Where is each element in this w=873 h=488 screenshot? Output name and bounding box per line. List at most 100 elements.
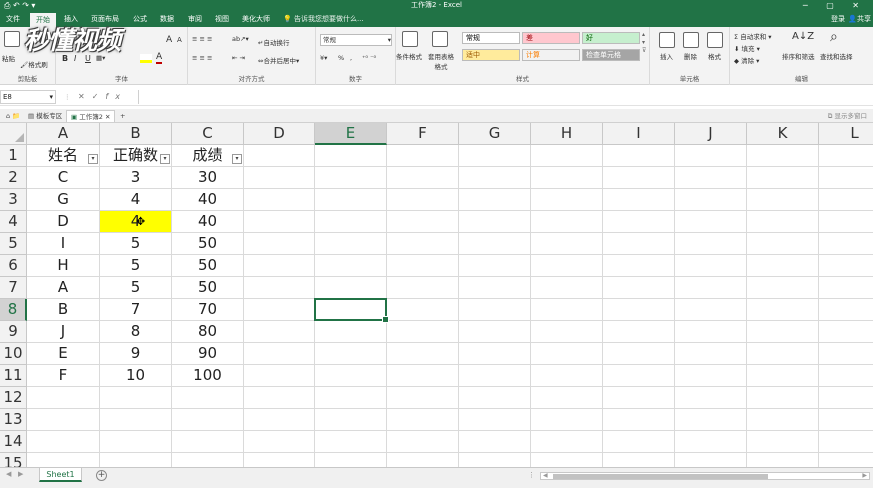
format-table-button[interactable]: 套用表格格式 [428,51,454,71]
cell-K7[interactable] [747,277,819,299]
row-header-14[interactable]: 14 [0,431,27,453]
cell-L10[interactable] [819,343,873,365]
font-size-down-button[interactable]: A [177,36,182,44]
row-header-5[interactable]: 5 [0,233,27,255]
cell-K10[interactable] [747,343,819,365]
cell-J13[interactable] [675,409,747,431]
share-button[interactable]: 👤共享 [848,11,871,27]
cell-H11[interactable] [531,365,603,387]
cell-E6[interactable] [315,255,387,277]
row-header-12[interactable]: 12 [0,387,27,409]
cell-H1[interactable] [531,145,603,167]
cell-H15[interactable] [531,453,603,467]
workbook-tab-current[interactable]: ▣ 工作簿2 ✕ [66,110,116,122]
cell-A10[interactable]: E [27,343,100,365]
row-header-7[interactable]: 7 [0,277,27,299]
cell-C4[interactable]: 40 [172,211,244,233]
find-select-icon[interactable]: ⌕ [830,29,838,45]
cell-J14[interactable] [675,431,747,453]
cell-C2[interactable]: 30 [172,167,244,189]
cell-K8[interactable] [747,299,819,321]
cell-C14[interactable] [172,431,244,453]
fill-button[interactable]: ⬇ 填充 ▾ [734,43,760,53]
cell-C13[interactable] [172,409,244,431]
cell-D14[interactable] [244,431,315,453]
sort-filter-icon[interactable]: A↓Z [792,31,814,42]
row-header-8[interactable]: 8 [0,299,27,321]
cell-A6[interactable]: H [27,255,100,277]
cell-L7[interactable] [819,277,873,299]
cell-I7[interactable] [603,277,675,299]
cell-L4[interactable] [819,211,873,233]
cell-A4[interactable]: D [27,211,100,233]
cell-L11[interactable] [819,365,873,387]
cell-G3[interactable] [459,189,531,211]
cell-C12[interactable] [172,387,244,409]
cell-A8[interactable]: B [27,299,100,321]
cell-B12[interactable] [100,387,172,409]
cell-B5[interactable]: 5 [100,233,172,255]
scrollbar-thumb[interactable] [553,474,768,479]
cell-G6[interactable] [459,255,531,277]
row-header-13[interactable]: 13 [0,409,27,431]
cell-D2[interactable] [244,167,315,189]
cell-K9[interactable] [747,321,819,343]
cell-B6[interactable]: 5 [100,255,172,277]
gallery-scroll-icon[interactable]: ▴ ▾ ⊽ [642,31,646,55]
cell-J8[interactable] [675,299,747,321]
cell-D8[interactable] [244,299,315,321]
cell-J11[interactable] [675,365,747,387]
row-header-1[interactable]: 1 [0,145,27,167]
cell-H2[interactable] [531,167,603,189]
filter-dropdown-C[interactable]: ▾ [232,154,242,164]
cell-G5[interactable] [459,233,531,255]
tab-data[interactable]: 数据 [158,11,176,27]
column-header-E[interactable]: E [315,123,387,145]
cell-F6[interactable] [387,255,459,277]
workbook-tab-templates[interactable]: ▤ 模板专区 [24,110,66,122]
cell-G11[interactable] [459,365,531,387]
cell-I2[interactable] [603,167,675,189]
cell-D6[interactable] [244,255,315,277]
cell-C6[interactable]: 50 [172,255,244,277]
home-icon[interactable]: ⌂ 📁 [2,110,24,122]
cell-H9[interactable] [531,321,603,343]
cell-A14[interactable] [27,431,100,453]
cell-J12[interactable] [675,387,747,409]
cell-G9[interactable] [459,321,531,343]
delete-cells-icon[interactable] [683,32,699,48]
cell-H14[interactable] [531,431,603,453]
column-header-A[interactable]: A [27,123,100,145]
column-header-L[interactable]: L [819,123,873,145]
cell-I3[interactable] [603,189,675,211]
split-handle-icon[interactable]: ⋮ [528,471,535,479]
cell-F13[interactable] [387,409,459,431]
cell-F2[interactable] [387,167,459,189]
cell-I15[interactable] [603,453,675,467]
font-size-up-button[interactable]: A [166,35,172,45]
horizontal-scrollbar[interactable]: ◀ ▶ [540,472,870,480]
add-sheet-button[interactable]: + [96,470,107,481]
indent-icon[interactable]: ⇤ ⇥ [232,54,245,62]
cell-E12[interactable] [315,387,387,409]
row-header-2[interactable]: 2 [0,167,27,189]
cell-J3[interactable] [675,189,747,211]
column-header-H[interactable]: H [531,123,603,145]
cell-J10[interactable] [675,343,747,365]
cell-style-3[interactable]: 好 [582,32,640,44]
cell-C8[interactable]: 70 [172,299,244,321]
window-controls[interactable]: ─ ▢ ✕ [803,0,867,11]
cell-G4[interactable] [459,211,531,233]
column-header-K[interactable]: K [747,123,819,145]
cell-D3[interactable] [244,189,315,211]
cell-L15[interactable] [819,453,873,467]
cell-style-2[interactable]: 差 [522,32,580,44]
row-header-4[interactable]: 4 [0,211,27,233]
autosum-button[interactable]: Σ 自动求和 ▾ [734,31,772,41]
cell-A2[interactable]: C [27,167,100,189]
cell-B9[interactable]: 8 [100,321,172,343]
comma-button[interactable]: , [350,54,352,62]
cell-C5[interactable]: 50 [172,233,244,255]
row-header-6[interactable]: 6 [0,255,27,277]
cell-K1[interactable] [747,145,819,167]
